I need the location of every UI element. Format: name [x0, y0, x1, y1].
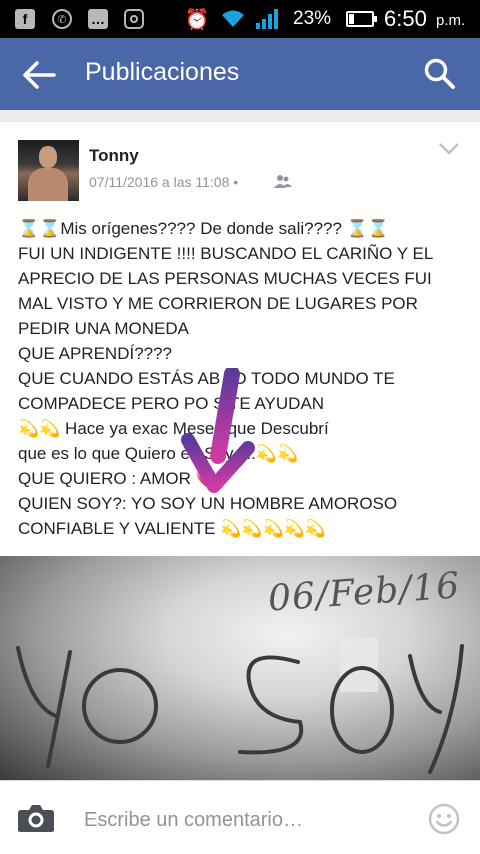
- instagram-icon: [124, 9, 144, 29]
- search-icon[interactable]: [422, 56, 458, 92]
- post-line: FUI UN INDIGENTE !!!! BUSCANDO EL CARIÑO…: [18, 244, 434, 263]
- battery-icon: [346, 11, 377, 27]
- facebook-icon: f: [15, 9, 35, 29]
- back-arrow-icon[interactable]: [22, 60, 58, 90]
- wifi-icon: [220, 9, 246, 29]
- post-author[interactable]: Tonny: [89, 146, 139, 166]
- messenger-icon: …: [88, 9, 108, 29]
- emoji-icon[interactable]: [428, 803, 460, 835]
- post-line: APRECIO DE LAS PERSONAS MUCHAS VECES FUI: [18, 269, 432, 288]
- post-line: QUE APRENDÍ????: [18, 344, 173, 363]
- avatar[interactable]: [18, 140, 79, 201]
- alarm-icon: ⏰: [184, 8, 210, 31]
- post-line: PEDIR UNA MONEDA: [18, 319, 189, 338]
- status-bar: f ✆ … ⏰ 23% 6:50 p.m.: [0, 0, 480, 38]
- arrow-down-overlay: [180, 366, 260, 498]
- chevron-down-icon[interactable]: [438, 142, 460, 156]
- clock-time: 6:50: [384, 6, 427, 31]
- camera-icon[interactable]: [17, 803, 55, 833]
- clock-ampm: p.m.: [436, 12, 466, 29]
- whatsapp-icon: ✆: [52, 9, 72, 29]
- comment-bar: [0, 780, 480, 854]
- app-bar: Publicaciones: [0, 38, 480, 110]
- post-line: MAL VISTO Y ME CORRIERON DE LUGARES POR: [18, 294, 418, 313]
- post-line: ⌛⌛Mis orígenes???? De donde sali???? ⌛⌛: [18, 219, 390, 238]
- comment-input[interactable]: [84, 807, 404, 833]
- page-title: Publicaciones: [85, 58, 240, 86]
- signal-icon: [254, 9, 280, 29]
- battery-percent: 23%: [293, 8, 332, 29]
- post-timestamp[interactable]: 07/11/2016 a las 11:08 •: [89, 174, 238, 190]
- post-line: CONFIABLE Y VALIENTE 💫💫💫💫💫: [18, 519, 327, 538]
- friends-audience-icon: [274, 174, 292, 190]
- post-photo[interactable]: 06/Feb/16: [0, 556, 480, 780]
